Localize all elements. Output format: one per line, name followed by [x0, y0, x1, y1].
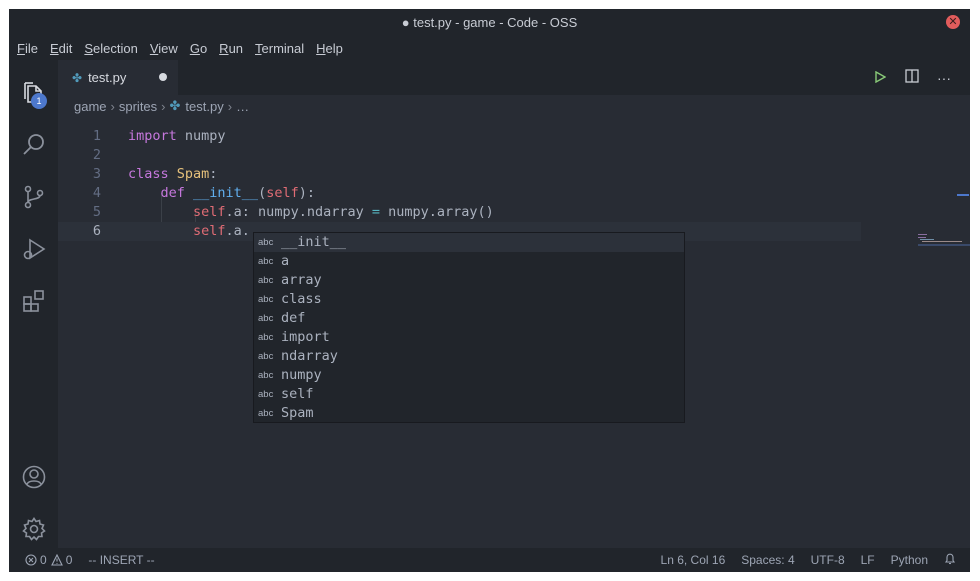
language-mode[interactable]: Python [891, 553, 928, 567]
editor-actions: ··· [864, 60, 960, 95]
breadcrumb-more[interactable]: … [236, 99, 249, 114]
suggestion-item[interactable]: abc self [254, 385, 684, 404]
more-actions-icon[interactable]: ··· [928, 70, 960, 86]
gear-icon[interactable] [21, 516, 47, 542]
tab-test-py[interactable]: ✤ test.py [58, 60, 178, 95]
menu-view[interactable]: View [146, 41, 182, 56]
code-line: 4 def __init__(self): [92, 185, 315, 201]
title-bar: ● test.py - game - Code - OSS ✕ [9, 9, 970, 36]
suggestion-item[interactable]: abc def [254, 309, 684, 328]
warning-icon [50, 554, 63, 566]
suggest-widget: abc __init__ abc a abc array abc class abc de… [253, 232, 685, 423]
breadcrumb-file[interactable]: test.py [185, 99, 223, 114]
run-file-icon[interactable] [864, 70, 896, 86]
suggestion-item[interactable]: abc a [254, 252, 684, 271]
close-icon[interactable]: ✕ [946, 15, 960, 29]
explorer-icon[interactable]: 1 [21, 80, 47, 109]
run-debug-icon[interactable] [21, 236, 47, 262]
activity-bar: 1 [9, 60, 58, 548]
chevron-right-icon: › [161, 98, 166, 114]
code-line: 1 import numpy [92, 128, 226, 144]
chevron-right-icon: › [227, 98, 233, 114]
suggestion-item[interactable]: abc numpy [254, 366, 684, 385]
minimap[interactable] [918, 233, 970, 253]
menu-file[interactable]: File [13, 41, 42, 56]
menu-go[interactable]: Go [186, 41, 211, 56]
window-title: ● test.py - game - Code - OSS [401, 15, 578, 30]
menu-bar: File Edit Selection View Go Run Terminal… [9, 36, 970, 60]
menu-terminal[interactable]: Terminal [251, 41, 308, 56]
tab-label: test.py [88, 70, 127, 85]
menu-edit[interactable]: Edit [46, 41, 76, 56]
status-right: Ln 6, Col 16 Spaces: 4 UTF-8 LF Python [645, 548, 956, 572]
status-bar: 0 0 -- INSERT -- Ln 6, Col 16 Spaces: 4 … [9, 548, 970, 572]
suggestion-item[interactable]: abc ndarray [254, 347, 684, 366]
suggestion-item[interactable]: abc Spam [254, 404, 684, 423]
code-line: 2 [92, 147, 101, 163]
warning-count: 0 [65, 553, 73, 567]
extensions-icon[interactable] [21, 288, 47, 314]
search-icon[interactable] [21, 132, 47, 158]
menu-run[interactable]: Run [215, 41, 247, 56]
menu-selection[interactable]: Selection [80, 41, 141, 56]
problems-status[interactable]: 0 0 -- INSERT -- [25, 553, 159, 567]
breadcrumb-game[interactable]: game [74, 99, 107, 114]
suggestion-item[interactable]: abc import [254, 328, 684, 347]
scrollbar-marker [957, 194, 969, 196]
account-icon[interactable] [21, 464, 47, 490]
code-line: 3 class Spam: [92, 166, 218, 182]
error-count: 0 [40, 553, 47, 567]
bell-icon[interactable] [944, 552, 956, 568]
python-file-icon: ✤ [72, 70, 83, 85]
chevron-right-icon: › [110, 98, 115, 114]
split-editor-icon[interactable] [896, 69, 928, 86]
explorer-badge: 1 [31, 93, 47, 109]
cursor-position[interactable]: Ln 6, Col 16 [661, 553, 726, 567]
python-file-icon: ✤ [169, 98, 181, 113]
breadcrumb-sprites[interactable]: sprites [119, 99, 157, 114]
error-icon [25, 554, 37, 566]
vim-mode: -- INSERT -- [88, 553, 155, 567]
breadcrumb: game › sprites › ✤ test.py › … [58, 95, 970, 117]
end-of-line[interactable]: LF [861, 553, 875, 567]
encoding[interactable]: UTF-8 [811, 553, 845, 567]
indentation[interactable]: Spaces: 4 [741, 553, 794, 567]
menu-help[interactable]: Help [312, 41, 347, 56]
suggestion-item[interactable]: abc array [254, 271, 684, 290]
source-control-icon[interactable] [21, 184, 47, 210]
window: ● test.py - game - Code - OSS ✕ File Edi… [9, 9, 970, 572]
unsaved-dot-icon[interactable] [159, 73, 167, 81]
suggestion-item[interactable]: abc __init__ [254, 233, 684, 252]
code-line: 5 self.a: numpy.ndarray = numpy.array() [92, 204, 494, 220]
tabs-bar: ✤ test.py ··· [58, 60, 970, 95]
suggestion-item[interactable]: abc class [254, 290, 684, 309]
